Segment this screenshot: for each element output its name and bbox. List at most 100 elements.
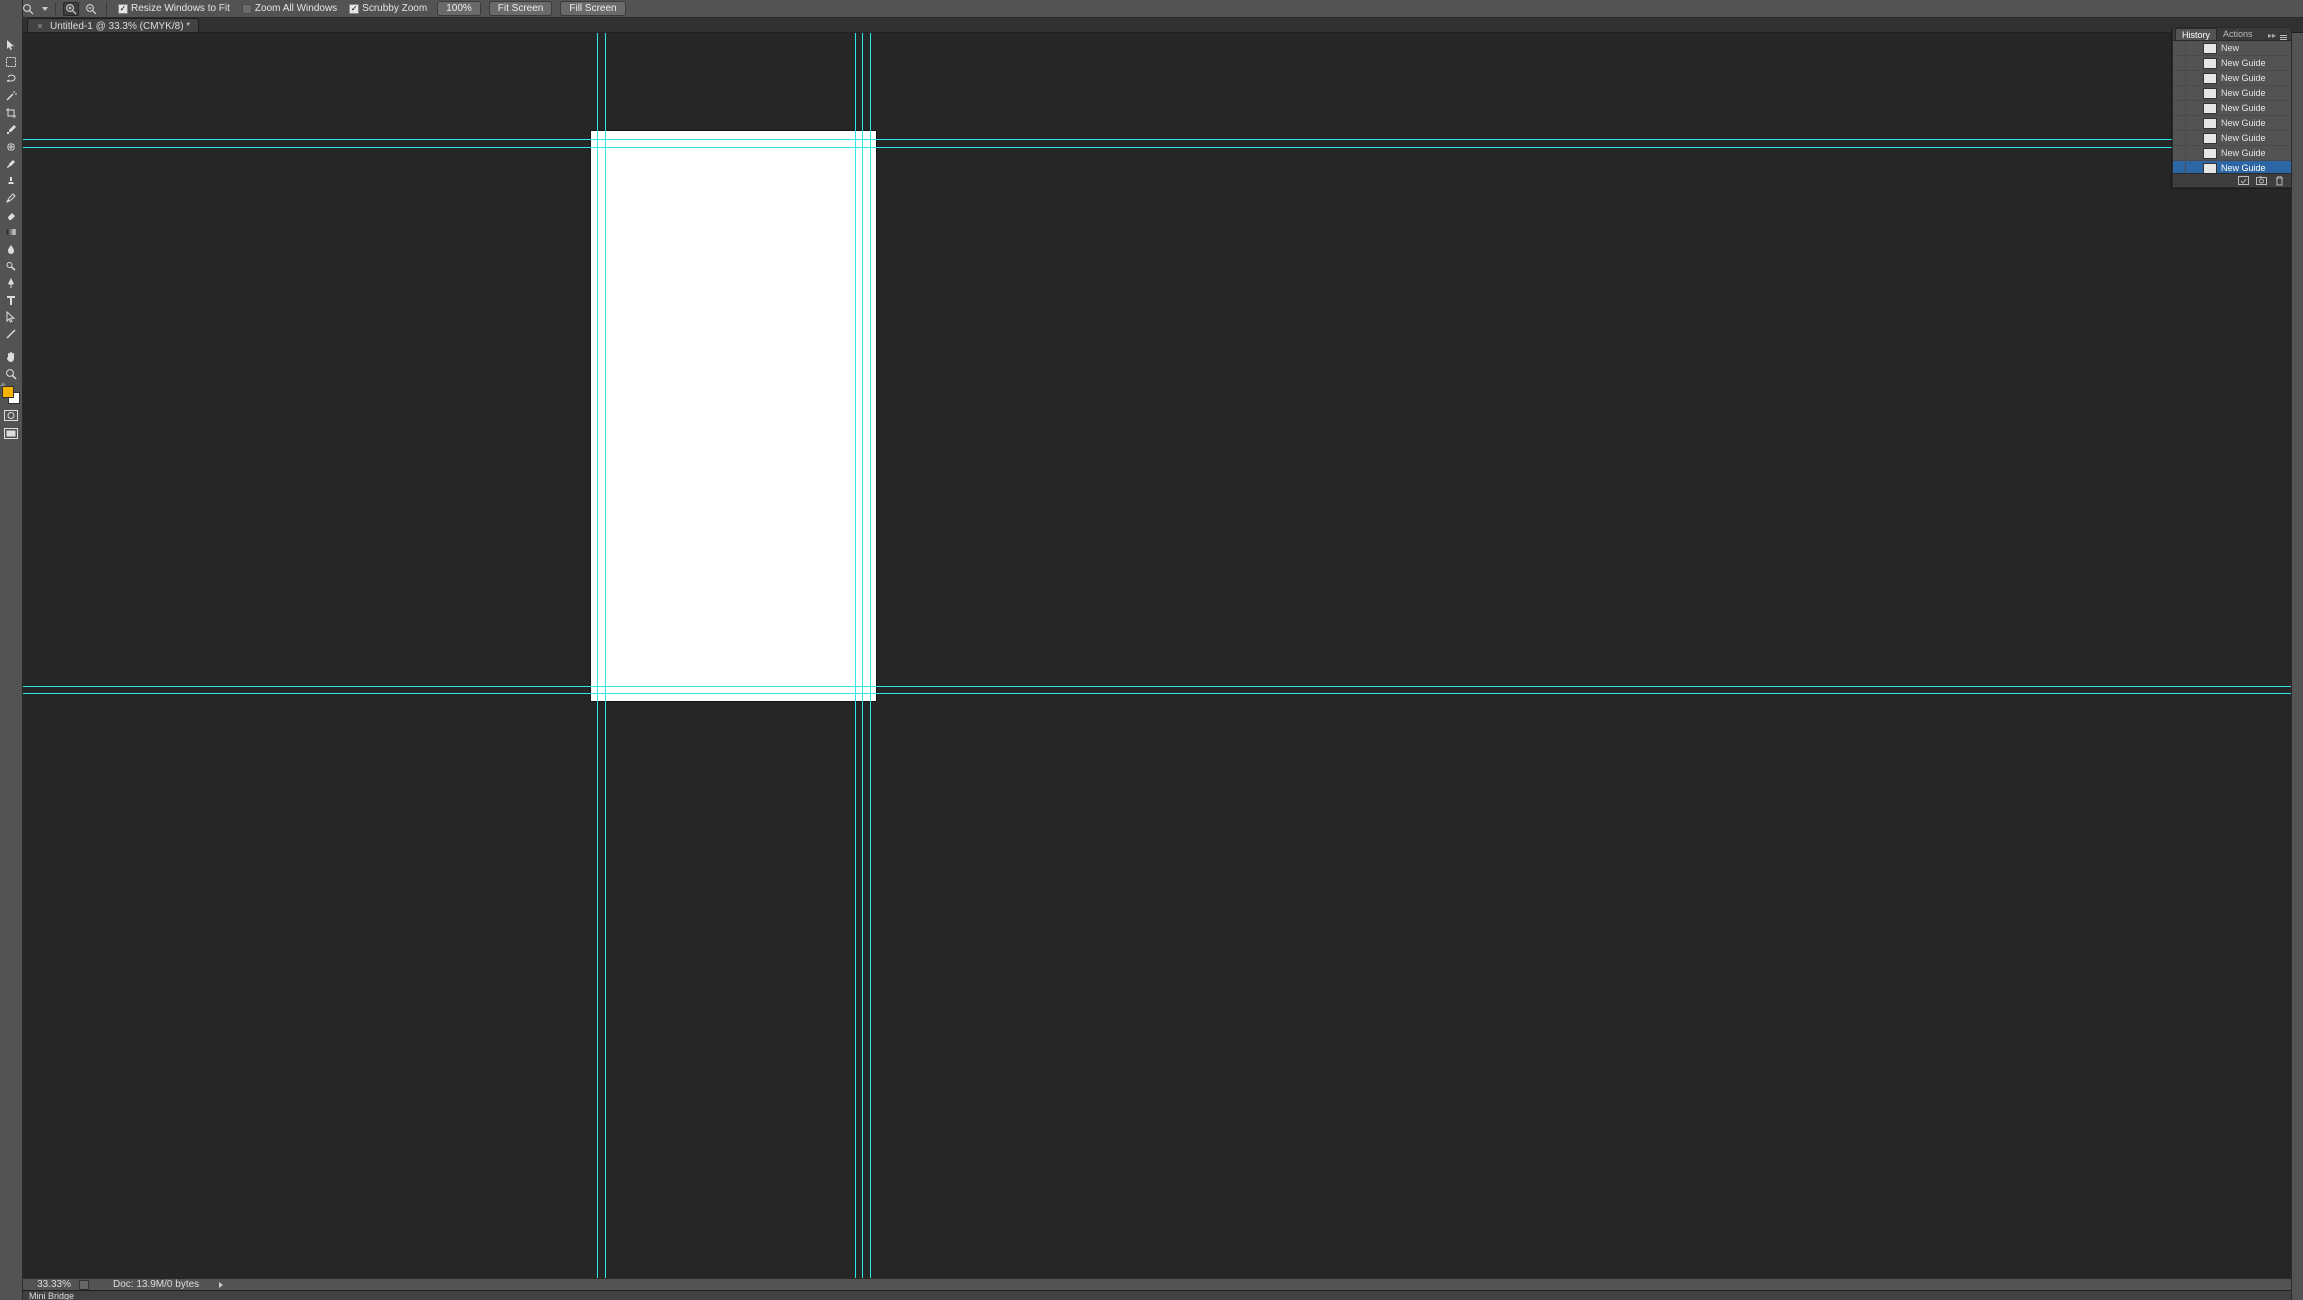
history-row[interactable]: New Guide <box>2173 116 2291 131</box>
type-tool[interactable] <box>1 291 21 308</box>
history-source-toggle[interactable] <box>2173 132 2186 145</box>
screen-mode-icon[interactable] <box>2 426 20 440</box>
history-row-label: New Guide <box>2221 88 2291 98</box>
hand-tool[interactable] <box>1 348 21 365</box>
zoom-out-icon[interactable] <box>83 2 99 16</box>
zoom-stepper[interactable] <box>79 1280 89 1290</box>
crop-tool[interactable] <box>1 104 21 121</box>
fill-screen-button[interactable]: Fill Screen <box>560 1 625 16</box>
status-bar: 33.33% Doc: 13.9M/0 bytes <box>23 1278 2291 1290</box>
history-state-marker <box>2186 57 2199 70</box>
history-row[interactable]: New Guide <box>2173 146 2291 161</box>
history-source-toggle[interactable] <box>2173 87 2186 100</box>
history-row[interactable]: New Guide <box>2173 101 2291 116</box>
eyedropper-tool[interactable] <box>1 121 21 138</box>
history-state-icon <box>2203 43 2217 54</box>
panel-collapse-icon[interactable]: ▸▸ <box>2267 31 2277 40</box>
history-source-toggle[interactable] <box>2173 162 2186 174</box>
foreground-color-swatch[interactable] <box>2 386 14 398</box>
history-source-toggle[interactable] <box>2173 57 2186 70</box>
panel-menu-icon[interactable] <box>2277 35 2289 40</box>
document-tab[interactable]: × Untitled-1 @ 33.3% (CMYK/8) * <box>27 18 199 32</box>
history-brush-tool[interactable] <box>1 189 21 206</box>
horizontal-guide[interactable] <box>23 139 2291 140</box>
history-state-marker <box>2186 162 2199 174</box>
history-row[interactable]: New Guide <box>2173 161 2291 173</box>
options-bar: ✓ Resize Windows to Fit ✓ Zoom All Windo… <box>0 0 2303 18</box>
history-source-toggle[interactable] <box>2173 117 2186 130</box>
document-info[interactable]: Doc: 13.9M/0 bytes <box>113 1279 199 1290</box>
history-list: NewNew GuideNew GuideNew GuideNew GuideN… <box>2173 41 2291 173</box>
move-tool[interactable] <box>1 36 21 53</box>
history-row-label: New Guide <box>2221 148 2291 158</box>
document-info-menu-icon[interactable] <box>219 1282 223 1288</box>
history-state-icon <box>2203 88 2217 99</box>
scrubby-zoom-label: Scrubby Zoom <box>362 3 427 14</box>
clone-stamp-tool[interactable] <box>1 172 21 189</box>
magic-wand-tool[interactable] <box>1 87 21 104</box>
mini-bridge-tab[interactable]: Mini Bridge <box>23 1290 2291 1300</box>
resize-windows-to-fit-checkbox[interactable]: ✓ Resize Windows to Fit <box>118 3 230 14</box>
marquee-tool[interactable] <box>1 53 21 70</box>
history-row-label: New Guide <box>2221 133 2291 143</box>
document-tab-bar: × Untitled-1 @ 33.3% (CMYK/8) * <box>23 18 2303 33</box>
zoom-in-icon[interactable] <box>63 2 79 16</box>
lasso-tool[interactable] <box>1 70 21 87</box>
history-row[interactable]: New Guide <box>2173 131 2291 146</box>
history-row[interactable]: New Guide <box>2173 56 2291 71</box>
blur-tool[interactable] <box>1 240 21 257</box>
history-row-label: New <box>2221 43 2291 53</box>
pen-tool[interactable] <box>1 274 21 291</box>
document-canvas[interactable] <box>23 33 2291 1278</box>
history-row[interactable]: New <box>2173 41 2291 56</box>
history-row-label: New Guide <box>2221 163 2291 173</box>
tab-history[interactable]: History <box>2175 28 2217 40</box>
history-row[interactable]: New Guide <box>2173 71 2291 86</box>
zoom-all-windows-checkbox[interactable]: ✓ Zoom All Windows <box>242 3 337 14</box>
color-swatches[interactable] <box>2 386 20 404</box>
scrubby-zoom-checkbox[interactable]: ✓ Scrubby Zoom <box>349 3 427 14</box>
history-state-marker <box>2186 42 2199 55</box>
delete-state-icon[interactable] <box>2273 176 2285 186</box>
quick-mask-mode-icon[interactable] <box>2 408 20 422</box>
close-tab-icon[interactable]: × <box>36 22 44 30</box>
history-row-label: New Guide <box>2221 73 2291 83</box>
line-tool[interactable] <box>1 325 21 342</box>
history-state-icon <box>2203 73 2217 84</box>
fit-screen-button[interactable]: Fit Screen <box>489 1 553 16</box>
dodge-tool[interactable] <box>1 257 21 274</box>
create-snapshot-icon[interactable] <box>2255 176 2267 186</box>
panel-footer <box>2173 173 2291 187</box>
zoom-readout[interactable]: 33.33% <box>23 1279 75 1290</box>
history-state-marker <box>2186 117 2199 130</box>
path-selection-tool[interactable] <box>1 308 21 325</box>
brush-tool[interactable] <box>1 155 21 172</box>
healing-brush-tool[interactable] <box>1 138 21 155</box>
history-state-marker <box>2186 87 2199 100</box>
zoom-100-button[interactable]: 100% <box>437 1 481 16</box>
zoom-all-windows-label: Zoom All Windows <box>255 3 337 14</box>
gradient-tool[interactable] <box>1 223 21 240</box>
eraser-tool[interactable] <box>1 206 21 223</box>
history-source-toggle[interactable] <box>2173 42 2186 55</box>
horizontal-guide[interactable] <box>23 686 2291 687</box>
history-state-marker <box>2186 102 2199 115</box>
history-source-toggle[interactable] <box>2173 147 2186 160</box>
zoom-tool[interactable] <box>1 365 21 382</box>
horizontal-guide[interactable] <box>23 693 2291 694</box>
history-state-icon <box>2203 163 2217 174</box>
history-state-marker <box>2186 132 2199 145</box>
resize-windows-label: Resize Windows to Fit <box>131 3 230 14</box>
tool-preset-dropdown-icon[interactable] <box>42 7 48 11</box>
history-state-icon <box>2203 103 2217 114</box>
create-document-from-state-icon[interactable] <box>2237 176 2249 186</box>
checkbox-unchecked-icon: ✓ <box>242 4 252 14</box>
history-source-toggle[interactable] <box>2173 102 2186 115</box>
tab-actions[interactable]: Actions <box>2217 28 2259 40</box>
horizontal-guide[interactable] <box>23 147 2291 148</box>
vertical-scrollbar[interactable] <box>2291 33 2303 1300</box>
history-row-label: New Guide <box>2221 58 2291 68</box>
history-row[interactable]: New Guide <box>2173 86 2291 101</box>
history-source-toggle[interactable] <box>2173 72 2186 85</box>
panel-tab-bar: History Actions ▸▸ <box>2173 28 2291 41</box>
